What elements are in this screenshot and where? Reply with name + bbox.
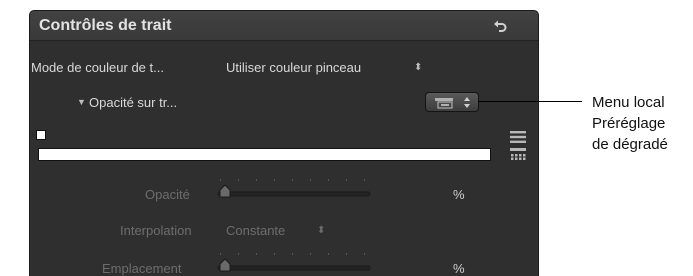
stroke-controls-panel: Contrôles de trait Mode de couleur de t.… — [29, 10, 539, 276]
opacity-unit: % — [453, 187, 465, 202]
interpolation-popup[interactable]: Constante ⬍ — [226, 220, 336, 242]
grid-icon[interactable] — [510, 148, 526, 160]
up-down-arrows-icon: ⬍ — [317, 225, 326, 236]
color-mode-popup[interactable]: Utiliser couleur pinceau ⬍ — [226, 57, 426, 79]
list-icon[interactable] — [510, 131, 526, 143]
callout-line-2: Préréglage — [592, 115, 666, 132]
up-down-arrows-icon: ⬍ — [414, 62, 423, 73]
gradient-preset-popup[interactable] — [425, 92, 479, 112]
opacity-slider[interactable] — [216, 175, 376, 201]
location-label: Emplacement — [102, 261, 182, 276]
interpolation-label: Interpolation — [120, 223, 192, 238]
interpolation-value: Constante — [226, 223, 286, 238]
opacity-label: Opacité — [145, 187, 190, 202]
color-mode-label: Mode de couleur de t... — [31, 60, 164, 75]
gradient-color-tag[interactable] — [36, 130, 46, 140]
color-mode-value: Utiliser couleur pinceau — [226, 60, 362, 75]
triangle-down-icon[interactable]: ▼ — [77, 97, 86, 107]
reset-arrow-icon[interactable] — [492, 18, 508, 34]
callout-label: Menu local Préréglage de dégradé — [592, 92, 668, 155]
location-unit: % — [453, 261, 465, 276]
callout-line-1: Menu local — [592, 94, 665, 111]
opacity-group-label: Opacité sur tr... — [89, 95, 178, 110]
gradient-bar[interactable] — [38, 148, 491, 161]
callout-line-3: de dégradé — [592, 136, 668, 153]
callout-line — [478, 101, 582, 102]
panel-title: Contrôles de trait — [39, 17, 172, 34]
gradient-preset-icon — [435, 97, 470, 109]
location-slider[interactable] — [216, 249, 376, 275]
panel-header: Contrôles de trait — [30, 11, 538, 41]
